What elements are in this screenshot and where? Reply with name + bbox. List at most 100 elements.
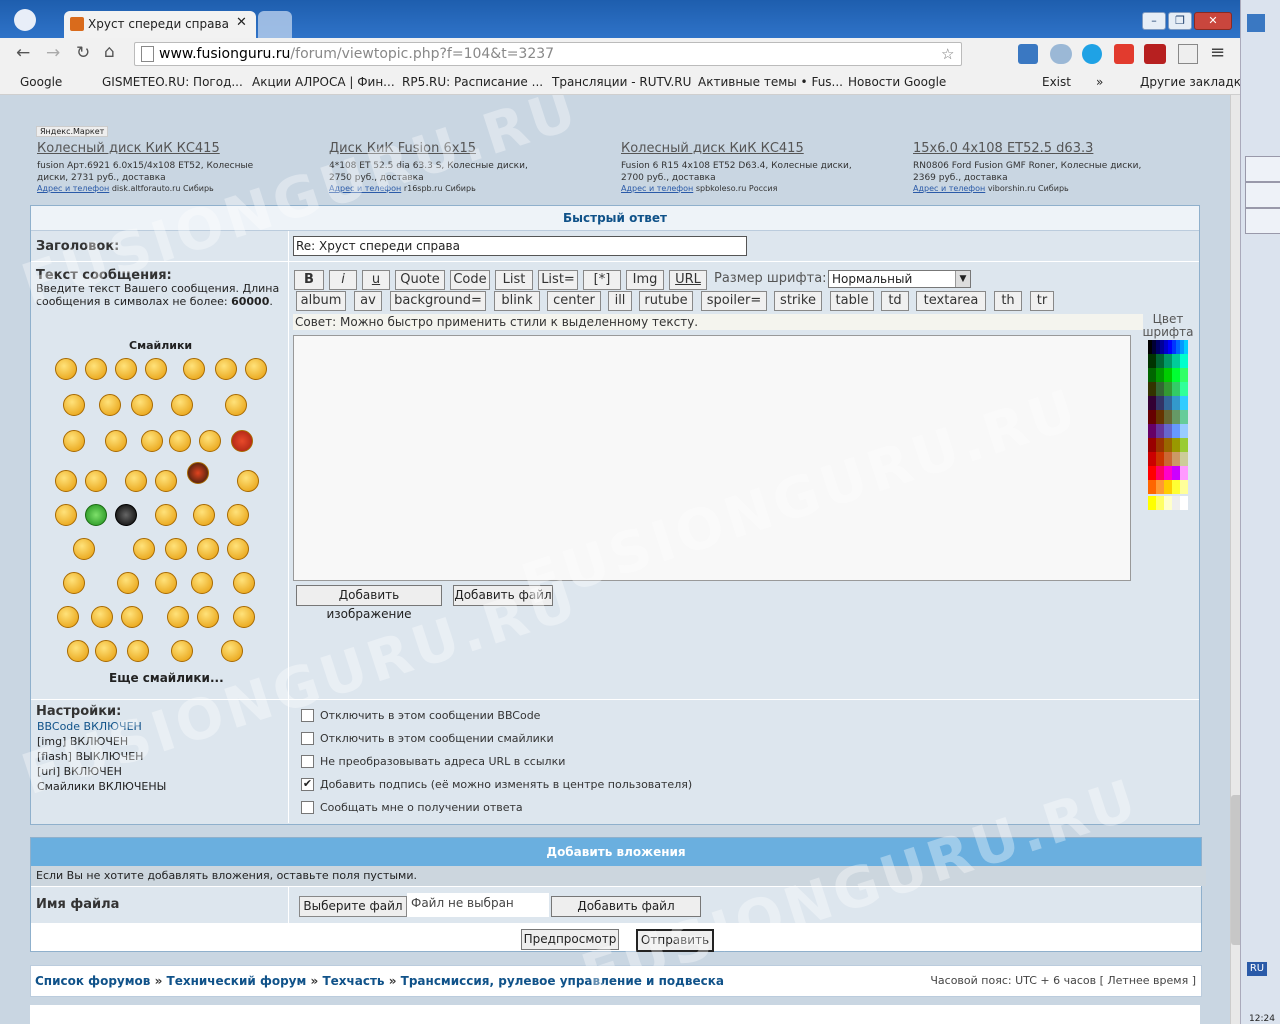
bookmark-star-icon[interactable]: ☆ xyxy=(941,43,954,65)
ad-title[interactable]: Диск КиК Fusion 6x15 xyxy=(329,141,609,156)
smiley-icon[interactable] xyxy=(55,358,77,380)
smiley-icon[interactable] xyxy=(115,358,137,380)
smiley-icon[interactable] xyxy=(85,504,107,526)
ad-contact-link[interactable]: Адрес и телефон xyxy=(329,184,401,193)
bold-button[interactable]: B xyxy=(294,270,324,290)
smiley-icon[interactable] xyxy=(117,572,139,594)
translate-extension-icon[interactable] xyxy=(1018,44,1038,64)
address-bar[interactable]: www.fusionguru.ru/forum/viewtopic.php?f=… xyxy=(134,42,962,66)
blink-button[interactable]: blink xyxy=(494,291,540,311)
smiley-icon[interactable] xyxy=(67,640,89,662)
taskbar-item[interactable] xyxy=(1245,182,1280,208)
ad-title[interactable]: Колесный диск КиК КС415 xyxy=(37,141,317,156)
font-size-select[interactable]: Нормальный ▼ xyxy=(828,270,971,288)
checkbox[interactable] xyxy=(301,801,314,814)
more-smilies-link[interactable]: Еще смайлики... xyxy=(109,671,224,685)
bookmark-rp5[interactable]: RP5.RU: Расписание ... xyxy=(402,75,543,89)
smiley-icon[interactable] xyxy=(133,538,155,560)
smiley-icon[interactable] xyxy=(215,358,237,380)
ad-contact-link[interactable]: Адрес и телефон xyxy=(37,184,109,193)
bookmark-other-folder[interactable]: Другие закладки xyxy=(1140,75,1249,89)
smiley-icon[interactable] xyxy=(145,358,167,380)
smiley-icon[interactable] xyxy=(141,430,163,452)
quote-button[interactable]: Quote xyxy=(395,270,445,290)
chevron-down-icon[interactable]: ▼ xyxy=(955,271,970,287)
smiley-icon[interactable] xyxy=(73,538,95,560)
smiley-icon[interactable] xyxy=(171,640,193,662)
bomb-icon[interactable] xyxy=(115,504,137,526)
smiley-icon[interactable] xyxy=(227,538,249,560)
smiley-icon[interactable] xyxy=(155,504,177,526)
checkbox[interactable] xyxy=(301,709,314,722)
taskbar-item[interactable] xyxy=(1245,208,1280,234)
code-button[interactable]: Code xyxy=(450,270,490,290)
ad-item[interactable]: Диск КиК Fusion 6x15 4*108 ET 52.5 dia 6… xyxy=(329,141,609,193)
ad-item[interactable]: Колесный диск КиК КС415 Fusion 6 R15 4x1… xyxy=(621,141,901,193)
kaspersky-extension-icon[interactable] xyxy=(1178,44,1198,64)
list-item-button[interactable]: [*] xyxy=(583,270,621,290)
smiley-icon[interactable] xyxy=(95,640,117,662)
background-button[interactable]: background= xyxy=(390,291,486,311)
smiley-icon[interactable] xyxy=(165,538,187,560)
message-textarea[interactable] xyxy=(293,335,1131,581)
chrome-user-icon[interactable] xyxy=(14,9,36,31)
smiley-icon[interactable] xyxy=(233,572,255,594)
minimize-button[interactable]: – xyxy=(1142,12,1166,30)
bookmark-rutv[interactable]: Трансляции - RUTV.RU xyxy=(552,75,691,89)
ad-contact-link[interactable]: Адрес и телефон xyxy=(621,184,693,193)
bookmark-google[interactable]: Google xyxy=(20,75,62,89)
bookmark-gismeteo[interactable]: GISMETEO.RU: Погод... xyxy=(102,75,243,89)
smiley-icon[interactable] xyxy=(233,606,255,628)
bookmark-active-topics[interactable]: Активные темы • Fus... xyxy=(698,75,843,89)
checkbox[interactable] xyxy=(301,755,314,768)
italic-button[interactable]: i xyxy=(329,270,357,290)
submit-button[interactable]: Отправить xyxy=(636,929,714,952)
rutube-button[interactable]: rutube xyxy=(639,291,693,311)
tab-active[interactable]: Хруст спереди справа • Fu ✕ xyxy=(64,11,256,38)
breadcrumb-item[interactable]: Трансмиссия, рулевое управление и подвес… xyxy=(401,974,724,988)
add-file-button[interactable]: Добавить файл xyxy=(453,585,553,606)
back-icon[interactable]: ← xyxy=(16,43,30,63)
smiley-icon[interactable] xyxy=(225,394,247,416)
url-button[interactable]: URL xyxy=(669,270,707,290)
smiley-icon[interactable] xyxy=(131,394,153,416)
smiley-icon[interactable] xyxy=(167,606,189,628)
bookmarks-overflow[interactable]: » xyxy=(1096,75,1103,89)
language-indicator[interactable]: RU xyxy=(1247,962,1267,976)
tr-button[interactable]: tr xyxy=(1030,291,1054,311)
color-palette[interactable] xyxy=(1148,340,1188,512)
ad-title[interactable]: Колесный диск КиК КС415 xyxy=(621,141,901,156)
ad-item[interactable]: Колесный диск КиК КС415 fusion Арт.6921 … xyxy=(37,141,317,193)
smiley-icon[interactable] xyxy=(191,572,213,594)
smiley-icon[interactable] xyxy=(183,358,205,380)
preview-button[interactable]: Предпросмотр xyxy=(521,929,619,950)
smiley-icon[interactable] xyxy=(85,470,107,492)
smiley-icon[interactable] xyxy=(91,606,113,628)
album-button[interactable]: album xyxy=(296,291,346,311)
smiley-icon[interactable] xyxy=(99,394,121,416)
smiley-icon[interactable] xyxy=(155,470,177,492)
checkbox-checked[interactable]: ✔ xyxy=(301,778,314,791)
add-file-attachment-button[interactable]: Добавить файл xyxy=(551,896,701,917)
add-image-button[interactable]: Добавить изображение xyxy=(296,585,442,621)
smiley-icon[interactable] xyxy=(187,462,209,484)
smiley-icon[interactable] xyxy=(231,430,253,452)
list-button[interactable]: List xyxy=(495,270,533,290)
home-icon[interactable]: ⌂ xyxy=(104,42,115,62)
smiley-icon[interactable] xyxy=(55,504,77,526)
choose-file-button[interactable]: Выберите файл xyxy=(299,896,407,917)
smiley-icon[interactable] xyxy=(121,606,143,628)
smiley-icon[interactable] xyxy=(85,358,107,380)
bookmark-google-news[interactable]: Новости Google xyxy=(848,75,946,89)
spoiler-button[interactable]: spoiler= xyxy=(701,291,767,311)
av-button[interactable]: av xyxy=(354,291,382,311)
breadcrumb-item[interactable]: Техчасть xyxy=(322,974,384,988)
scrollbar-thumb[interactable] xyxy=(1231,795,1240,945)
ad-title[interactable]: 15x6.0 4x108 ET52.5 d63.3 xyxy=(913,141,1193,156)
td-button[interactable]: td xyxy=(881,291,909,311)
breadcrumb-item[interactable]: Технический форум xyxy=(167,974,307,988)
ad-item[interactable]: 15x6.0 4x108 ET52.5 d63.3 RN0806 Ford Fu… xyxy=(913,141,1193,193)
extension-icon[interactable] xyxy=(1114,44,1134,64)
reload-icon[interactable]: ↻ xyxy=(76,43,90,63)
smiley-icon[interactable] xyxy=(63,572,85,594)
